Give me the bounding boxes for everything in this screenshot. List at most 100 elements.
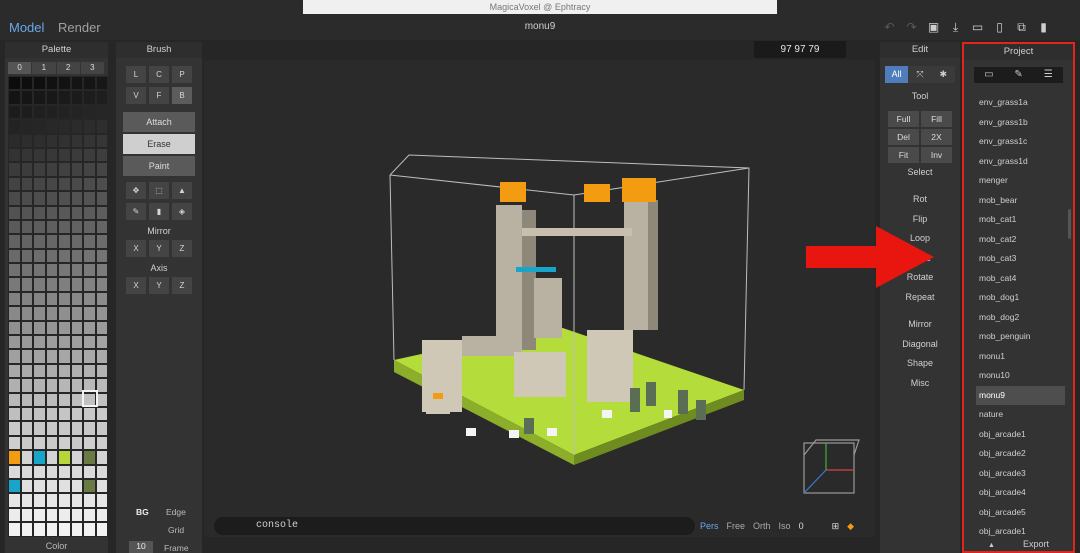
palette-swatch[interactable] <box>33 119 46 134</box>
palette-swatch[interactable] <box>20 378 33 393</box>
axis-gizmo[interactable] <box>803 439 860 494</box>
tool-2x-button[interactable]: 2X <box>921 128 952 145</box>
palette-swatch[interactable] <box>8 493 21 508</box>
brush-l-button[interactable]: L <box>126 66 146 83</box>
project-file-item[interactable]: obj_arcade5 <box>976 503 1065 523</box>
palette-swatch[interactable] <box>70 263 83 278</box>
palette-swatch[interactable] <box>70 435 83 451</box>
palette-swatch[interactable] <box>83 450 96 465</box>
palette-swatch[interactable] <box>20 392 33 407</box>
palette-swatch[interactable] <box>20 306 33 321</box>
bg-button[interactable]: BG <box>136 507 149 517</box>
palette-swatch[interactable] <box>95 522 108 537</box>
tool-del-button[interactable]: Del <box>888 128 919 145</box>
repeat-button[interactable]: Repeat <box>880 288 960 308</box>
palette-tab-0[interactable]: 0 <box>8 62 32 74</box>
palette-swatch[interactable] <box>8 263 21 278</box>
project-file-item[interactable]: mob_cat4 <box>976 269 1065 289</box>
palette-swatch[interactable] <box>8 76 21 91</box>
palette-swatch[interactable] <box>70 363 83 379</box>
palette-swatch[interactable] <box>45 363 58 379</box>
palette-swatch[interactable] <box>33 435 46 451</box>
palette-swatch[interactable] <box>45 335 58 350</box>
palette-swatch[interactable] <box>45 493 58 508</box>
diagonal-button[interactable]: Diagonal <box>880 335 960 355</box>
palette-swatch[interactable] <box>8 133 21 148</box>
palette-swatch[interactable] <box>70 133 83 148</box>
palette-swatch[interactable] <box>83 349 96 364</box>
zoom-value[interactable]: 0 <box>799 521 804 532</box>
palette-swatch[interactable] <box>70 90 83 105</box>
palette-swatch[interactable] <box>33 133 46 148</box>
project-file-item[interactable]: mob_cat3 <box>976 249 1065 269</box>
open-folder-icon[interactable]: ▭ <box>968 19 987 35</box>
save-icon[interactable]: ▣ <box>924 19 943 35</box>
palette-swatch[interactable] <box>45 406 58 422</box>
palette-swatch[interactable] <box>45 133 58 148</box>
palette-swatch[interactable] <box>20 435 33 451</box>
palette-swatch[interactable] <box>70 119 83 134</box>
palette-swatch[interactable] <box>95 191 108 206</box>
undo-icon[interactable]: ↶ <box>880 19 899 35</box>
palette-swatch[interactable] <box>33 263 46 278</box>
palette-swatch[interactable] <box>8 234 21 249</box>
trash-icon[interactable]: ▮ <box>149 203 169 220</box>
palette-swatch[interactable] <box>8 435 21 451</box>
palette-swatch[interactable] <box>95 493 108 508</box>
palette-swatch[interactable] <box>58 450 71 465</box>
palette-swatch[interactable] <box>8 392 21 407</box>
palette-swatch[interactable] <box>83 162 96 177</box>
palette-swatch[interactable] <box>33 147 46 163</box>
palette-swatch[interactable] <box>83 464 96 479</box>
brush-icon[interactable]: ✎ <box>1004 67 1034 83</box>
tool-fill-button[interactable]: Fill <box>921 110 952 127</box>
palette-swatch[interactable] <box>70 162 83 177</box>
palette-swatch[interactable] <box>83 104 96 120</box>
palette-swatch[interactable] <box>58 162 71 177</box>
palette-swatch[interactable] <box>95 104 108 120</box>
palette-swatch[interactable] <box>83 176 96 192</box>
project-file-item[interactable]: obj_arcade3 <box>976 464 1065 484</box>
palette-swatch[interactable] <box>95 478 108 494</box>
project-file-item[interactable]: menger <box>976 171 1065 191</box>
palette-swatch[interactable] <box>8 349 21 364</box>
palette-swatch[interactable] <box>33 507 46 523</box>
palette-swatch[interactable] <box>58 363 71 379</box>
palette-swatch[interactable] <box>58 119 71 134</box>
palette-swatch[interactable] <box>95 335 108 350</box>
rot-button[interactable]: Rot <box>880 190 960 210</box>
palette-swatch[interactable] <box>20 119 33 134</box>
palette-swatch[interactable] <box>8 162 21 177</box>
palette-swatch[interactable] <box>8 464 21 479</box>
palette-swatch[interactable] <box>70 450 83 465</box>
palette-swatch[interactable] <box>83 191 96 206</box>
palette-swatch[interactable] <box>33 234 46 249</box>
palette-swatch[interactable] <box>33 363 46 379</box>
palette-swatch[interactable] <box>70 406 83 422</box>
palette-swatch[interactable] <box>95 291 108 307</box>
project-file-item[interactable]: mob_dog1 <box>976 288 1065 308</box>
palette-swatch[interactable] <box>33 378 46 393</box>
palette-swatch[interactable] <box>33 219 46 235</box>
palette-swatch[interactable] <box>8 335 21 350</box>
edge-button[interactable]: Edge <box>166 507 186 517</box>
palette-swatch[interactable] <box>83 522 96 537</box>
bucket-icon[interactable]: ◈ <box>172 203 192 220</box>
palette-swatch[interactable] <box>70 507 83 523</box>
palette-swatch[interactable] <box>58 478 71 494</box>
palette-swatch[interactable] <box>20 104 33 120</box>
palette-swatch[interactable] <box>83 205 96 220</box>
project-file-item[interactable]: mob_cat2 <box>976 230 1065 250</box>
palette-swatch[interactable] <box>45 392 58 407</box>
palette-swatch[interactable] <box>45 378 58 393</box>
palette-swatch[interactable] <box>70 421 83 436</box>
palette-grid[interactable] <box>8 76 108 538</box>
palette-swatch[interactable] <box>70 104 83 120</box>
palette-swatch[interactable] <box>20 450 33 465</box>
palette-swatch[interactable] <box>33 306 46 321</box>
project-file-item[interactable]: monu1 <box>976 347 1065 367</box>
palette-swatch[interactable] <box>83 406 96 422</box>
palette-swatch[interactable] <box>83 507 96 523</box>
cube-icon[interactable]: ◆ <box>847 521 854 532</box>
palette-swatch[interactable] <box>20 76 33 91</box>
